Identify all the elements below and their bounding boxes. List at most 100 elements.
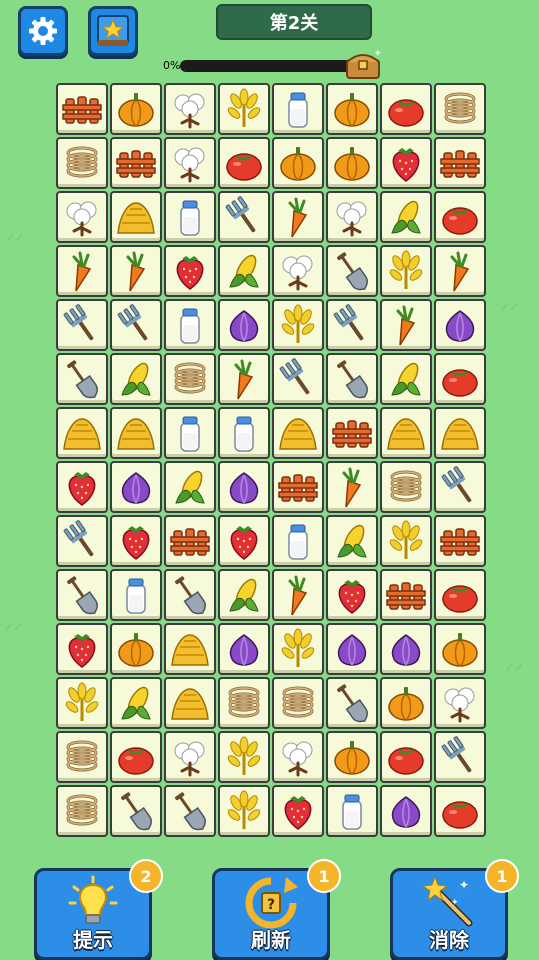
tile-fork[interactable] <box>56 515 108 567</box>
tile-strawberry[interactable] <box>164 245 216 297</box>
tile-wheat[interactable] <box>272 299 324 351</box>
tile-rope[interactable] <box>164 353 216 405</box>
tile-carrot[interactable] <box>110 245 162 297</box>
tile-pumpkin[interactable] <box>326 731 378 783</box>
tile-hay[interactable] <box>272 407 324 459</box>
tile-carrot[interactable] <box>380 299 432 351</box>
tile-shovel[interactable] <box>326 677 378 729</box>
tile-pumpkin[interactable] <box>110 623 162 675</box>
tile-tomato[interactable] <box>380 83 432 135</box>
tile-cotton[interactable] <box>164 137 216 189</box>
tile-cotton[interactable] <box>56 191 108 243</box>
tile-milk[interactable] <box>164 191 216 243</box>
tile-corn[interactable] <box>110 677 162 729</box>
tile-hay[interactable] <box>164 623 216 675</box>
tile-fork[interactable] <box>434 461 486 513</box>
tile-fence[interactable] <box>434 515 486 567</box>
tile-carrot[interactable] <box>434 245 486 297</box>
refresh-button[interactable]: 1 ? 刷新 <box>212 859 341 960</box>
tile-cotton[interactable] <box>434 677 486 729</box>
tile-cotton[interactable] <box>272 731 324 783</box>
tile-shovel[interactable] <box>164 785 216 837</box>
tile-pumpkin[interactable] <box>326 83 378 135</box>
tile-strawberry[interactable] <box>110 515 162 567</box>
tile-fork[interactable] <box>434 731 486 783</box>
tile-fence[interactable] <box>272 461 324 513</box>
tile-tomato[interactable] <box>434 785 486 837</box>
tile-cotton[interactable] <box>164 731 216 783</box>
tile-hay[interactable] <box>380 407 432 459</box>
tile-hay[interactable] <box>434 407 486 459</box>
tile-fork[interactable] <box>110 299 162 351</box>
tile-wheat[interactable] <box>272 623 324 675</box>
tile-corn[interactable] <box>110 353 162 405</box>
tile-corn[interactable] <box>326 515 378 567</box>
tile-milk[interactable] <box>272 515 324 567</box>
tile-rope[interactable] <box>56 785 108 837</box>
tile-wheat[interactable] <box>218 731 270 783</box>
tile-milk[interactable] <box>272 83 324 135</box>
tile-hay[interactable] <box>56 407 108 459</box>
tile-rope[interactable] <box>434 83 486 135</box>
tile-strawberry[interactable] <box>56 623 108 675</box>
settings-button[interactable] <box>18 6 68 56</box>
tile-fence[interactable] <box>110 137 162 189</box>
tile-milk[interactable] <box>110 569 162 621</box>
tile-rope[interactable] <box>218 677 270 729</box>
tile-onion[interactable] <box>380 785 432 837</box>
tile-fence[interactable] <box>56 83 108 135</box>
tile-shovel[interactable] <box>326 245 378 297</box>
tile-wheat[interactable] <box>380 515 432 567</box>
tile-hay[interactable] <box>110 191 162 243</box>
tile-strawberry[interactable] <box>272 785 324 837</box>
tile-cotton[interactable] <box>164 83 216 135</box>
tile-tomato[interactable] <box>380 731 432 783</box>
tile-pumpkin[interactable] <box>380 677 432 729</box>
tile-wheat[interactable] <box>218 83 270 135</box>
tile-wheat[interactable] <box>218 785 270 837</box>
tile-corn[interactable] <box>380 191 432 243</box>
tile-wheat[interactable] <box>56 677 108 729</box>
tile-hay[interactable] <box>164 677 216 729</box>
tile-shovel[interactable] <box>326 353 378 405</box>
tile-strawberry[interactable] <box>218 515 270 567</box>
tile-fork[interactable] <box>56 299 108 351</box>
tile-milk[interactable] <box>326 785 378 837</box>
tile-fence[interactable] <box>380 569 432 621</box>
tile-corn[interactable] <box>164 461 216 513</box>
hint-button[interactable]: 2 提示 <box>34 859 163 960</box>
tile-cotton[interactable] <box>272 245 324 297</box>
tile-rope[interactable] <box>56 731 108 783</box>
tile-shovel[interactable] <box>110 785 162 837</box>
tile-onion[interactable] <box>380 623 432 675</box>
tile-fence[interactable] <box>434 137 486 189</box>
tile-pumpkin[interactable] <box>434 623 486 675</box>
tile-rope[interactable] <box>56 137 108 189</box>
tile-corn[interactable] <box>218 245 270 297</box>
tile-tomato[interactable] <box>434 569 486 621</box>
tile-pumpkin[interactable] <box>110 83 162 135</box>
tile-tomato[interactable] <box>218 137 270 189</box>
tile-tomato[interactable] <box>434 191 486 243</box>
tile-fence[interactable] <box>326 407 378 459</box>
tile-onion[interactable] <box>110 461 162 513</box>
tile-tomato[interactable] <box>110 731 162 783</box>
tile-shovel[interactable] <box>56 569 108 621</box>
tile-onion[interactable] <box>218 299 270 351</box>
tile-carrot[interactable] <box>272 569 324 621</box>
tile-corn[interactable] <box>218 569 270 621</box>
tile-rope[interactable] <box>272 677 324 729</box>
tile-carrot[interactable] <box>218 353 270 405</box>
tile-onion[interactable] <box>326 623 378 675</box>
tile-strawberry[interactable] <box>380 137 432 189</box>
tile-onion[interactable] <box>218 623 270 675</box>
tile-onion[interactable] <box>218 461 270 513</box>
tile-carrot[interactable] <box>272 191 324 243</box>
tile-corn[interactable] <box>380 353 432 405</box>
tile-pumpkin[interactable] <box>326 137 378 189</box>
tile-rope[interactable] <box>380 461 432 513</box>
tile-cotton[interactable] <box>326 191 378 243</box>
tile-tomato[interactable] <box>434 353 486 405</box>
tile-hay[interactable] <box>110 407 162 459</box>
tile-milk[interactable] <box>164 407 216 459</box>
